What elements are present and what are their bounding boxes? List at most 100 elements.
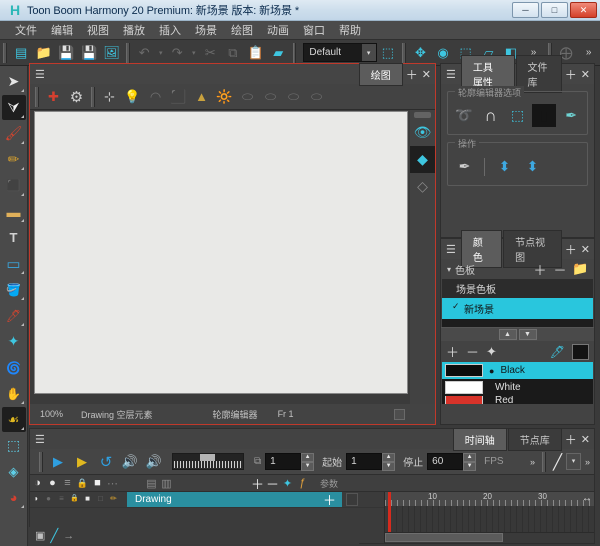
pencil-tool[interactable]: ✏ bbox=[2, 147, 26, 172]
add-view-icon[interactable]: ＋ bbox=[563, 66, 579, 83]
menu-scene[interactable]: 场景 bbox=[188, 20, 224, 40]
layer-color-icon[interactable]: ■ bbox=[82, 494, 93, 505]
panel-menu-icon[interactable]: ☰ bbox=[441, 68, 461, 81]
add-effect-button[interactable]: ƒ bbox=[295, 477, 310, 489]
sound-toggle-button[interactable]: 🔊 bbox=[118, 451, 142, 473]
layer-visibility-icon[interactable]: ◑ bbox=[30, 494, 41, 505]
menu-insert[interactable]: 插入 bbox=[152, 20, 188, 40]
start-frame-input[interactable]: 1 bbox=[346, 453, 382, 470]
pivot-tool[interactable]: ✦ bbox=[2, 329, 26, 354]
status-toggle-box[interactable] bbox=[394, 409, 405, 420]
arrow-icon[interactable]: → bbox=[63, 530, 74, 542]
thumbnail-small-icon[interactable]: ▤ bbox=[144, 477, 159, 490]
menu-edit[interactable]: 编辑 bbox=[44, 20, 80, 40]
undo-icon[interactable]: ↶ bbox=[134, 42, 155, 63]
open-scene-icon[interactable]: 📁 bbox=[34, 42, 55, 63]
layer-toggle-icon-6[interactable]: ⋯ bbox=[105, 477, 120, 490]
add-layer-button[interactable]: ＋ bbox=[250, 474, 265, 493]
loop-button[interactable]: ↺ bbox=[94, 451, 118, 473]
grid-icon[interactable]: ⊹ bbox=[98, 86, 121, 108]
chevron-down-icon[interactable]: ▾ bbox=[447, 265, 451, 274]
stepper-down-icon[interactable]: ▼ bbox=[301, 462, 314, 471]
add-peg-button[interactable]: ✦ bbox=[280, 477, 295, 490]
menu-view[interactable]: 视图 bbox=[80, 20, 116, 40]
stepper-up-icon[interactable]: ▲ bbox=[382, 453, 395, 462]
play-button[interactable]: ▶ bbox=[46, 451, 70, 473]
remove-swatch-button[interactable]: － bbox=[466, 342, 479, 361]
menu-animation[interactable]: 动画 bbox=[260, 20, 296, 40]
scrollbar-thumb[interactable] bbox=[385, 533, 503, 542]
select-marquee-tool[interactable]: ⬚ bbox=[2, 433, 26, 458]
save-as-icon[interactable]: 🖼 bbox=[101, 42, 122, 63]
layer-options-icon[interactable]: ≡ bbox=[56, 494, 67, 505]
stop-frame-input[interactable]: 60 bbox=[427, 453, 463, 470]
start-frame-stepper[interactable]: ▲ ▼ bbox=[382, 453, 395, 470]
stepper-down-icon[interactable]: ▼ bbox=[463, 462, 476, 471]
text-tool[interactable]: T bbox=[2, 225, 26, 250]
lock-icon[interactable]: 🔒 bbox=[75, 478, 90, 489]
overflow2-icon[interactable]: » bbox=[578, 42, 599, 63]
eyedropper-icon[interactable]: 🖊 bbox=[550, 345, 565, 359]
layer-toggle-icon-3[interactable]: ≡ bbox=[60, 477, 75, 489]
undo-menu-icon[interactable]: ▾ bbox=[157, 42, 165, 63]
function-curve-icon[interactable]: ╱ bbox=[50, 528, 58, 544]
sound-scrub-button[interactable]: 🔊 bbox=[142, 451, 166, 473]
timeline-resize-icon[interactable]: ↔ bbox=[582, 493, 592, 504]
smooth-tool[interactable]: 🌀 bbox=[2, 355, 26, 380]
onion-prev2-icon[interactable]: ⬭ bbox=[259, 86, 282, 108]
close-view-icon[interactable]: ✕ bbox=[420, 68, 435, 81]
tab-drawing[interactable]: 绘图 bbox=[359, 63, 403, 86]
contour-editor-tool[interactable]: ☙ bbox=[2, 407, 26, 432]
function-curve-icon[interactable]: ╱ bbox=[553, 453, 562, 471]
layer-extra-icon[interactable]: □ bbox=[95, 494, 106, 505]
stepper-up-icon[interactable]: ▲ bbox=[463, 453, 476, 462]
layer-onion-icon[interactable]: ● bbox=[43, 494, 54, 505]
smooth-selection-icon[interactable]: ✒ bbox=[559, 104, 583, 127]
ink-tool[interactable]: ◕ bbox=[2, 485, 26, 510]
cube-icon[interactable]: ⬛ bbox=[167, 86, 190, 108]
current-color-swatch[interactable] bbox=[572, 344, 589, 360]
current-frame-stepper[interactable]: ▲ ▼ bbox=[301, 453, 314, 470]
dropper-tool[interactable]: 🖊 bbox=[2, 303, 26, 328]
rotate-view-icon[interactable]: ◉ bbox=[433, 42, 454, 63]
workspace-manager-icon[interactable]: ⬚ bbox=[378, 42, 399, 63]
panel-menu-icon[interactable]: ☰ bbox=[441, 243, 461, 256]
maximize-button[interactable]: □ bbox=[541, 2, 568, 18]
playbar-overflow-icon[interactable]: » bbox=[530, 457, 535, 467]
add-drawing-icon[interactable]: ✚ bbox=[42, 86, 65, 108]
menu-drawing[interactable]: 绘图 bbox=[224, 20, 260, 40]
layer-toggle-icon-5[interactable]: ■ bbox=[90, 477, 105, 489]
redo-icon[interactable]: ↷ bbox=[167, 42, 188, 63]
select-tool[interactable]: ➤ bbox=[2, 69, 26, 94]
close-view-icon[interactable]: ✕ bbox=[579, 243, 594, 256]
layer-pencil-icon[interactable]: ✏ bbox=[108, 494, 119, 505]
layer-lock-icon[interactable]: 🔒 bbox=[69, 494, 80, 505]
menu-file[interactable]: 文件 bbox=[8, 20, 44, 40]
color-layer-icon[interactable]: ◇ bbox=[410, 173, 435, 200]
menu-play[interactable]: 播放 bbox=[116, 20, 152, 40]
layer-row-extra-box[interactable] bbox=[346, 493, 358, 506]
show-control-points-icon[interactable]: ⬚ bbox=[506, 104, 530, 127]
light-table-icon[interactable]: 💡 bbox=[121, 86, 144, 108]
save-all-icon[interactable]: 💾 bbox=[79, 42, 100, 63]
onion-prev-icon[interactable]: ⬭ bbox=[236, 86, 259, 108]
minimize-button[interactable]: ─ bbox=[512, 2, 539, 18]
rectangle-tool[interactable]: ▭ bbox=[2, 251, 26, 276]
play-selection-button[interactable]: ▶ bbox=[70, 451, 94, 473]
function-dropdown-icon[interactable]: ▾ bbox=[566, 453, 581, 470]
layer-toggle-icon-1[interactable]: ◑ bbox=[30, 477, 45, 489]
add-swatch-button[interactable]: ＋ bbox=[446, 342, 459, 361]
add-texture-button[interactable]: ✦ bbox=[486, 344, 497, 360]
drawing-canvas[interactable] bbox=[34, 111, 408, 394]
panel-menu-icon[interactable]: ☰ bbox=[30, 68, 50, 81]
eraser-tool[interactable]: ▬ bbox=[2, 199, 26, 224]
copy-icon[interactable]: ⧉ bbox=[223, 42, 244, 63]
close-view-icon[interactable]: ✕ bbox=[579, 433, 594, 446]
hand-tool[interactable]: ✋ bbox=[2, 381, 26, 406]
thumbnail-large-icon[interactable]: ▥ bbox=[159, 477, 174, 490]
close-view-icon[interactable]: ✕ bbox=[579, 68, 594, 81]
lasso-icon[interactable]: ➰ bbox=[452, 104, 476, 127]
add-view-icon[interactable]: ＋ bbox=[404, 66, 420, 83]
scroll-up-button[interactable]: ▲ bbox=[499, 329, 517, 340]
stamp-tool[interactable]: ⬛ bbox=[2, 173, 26, 198]
